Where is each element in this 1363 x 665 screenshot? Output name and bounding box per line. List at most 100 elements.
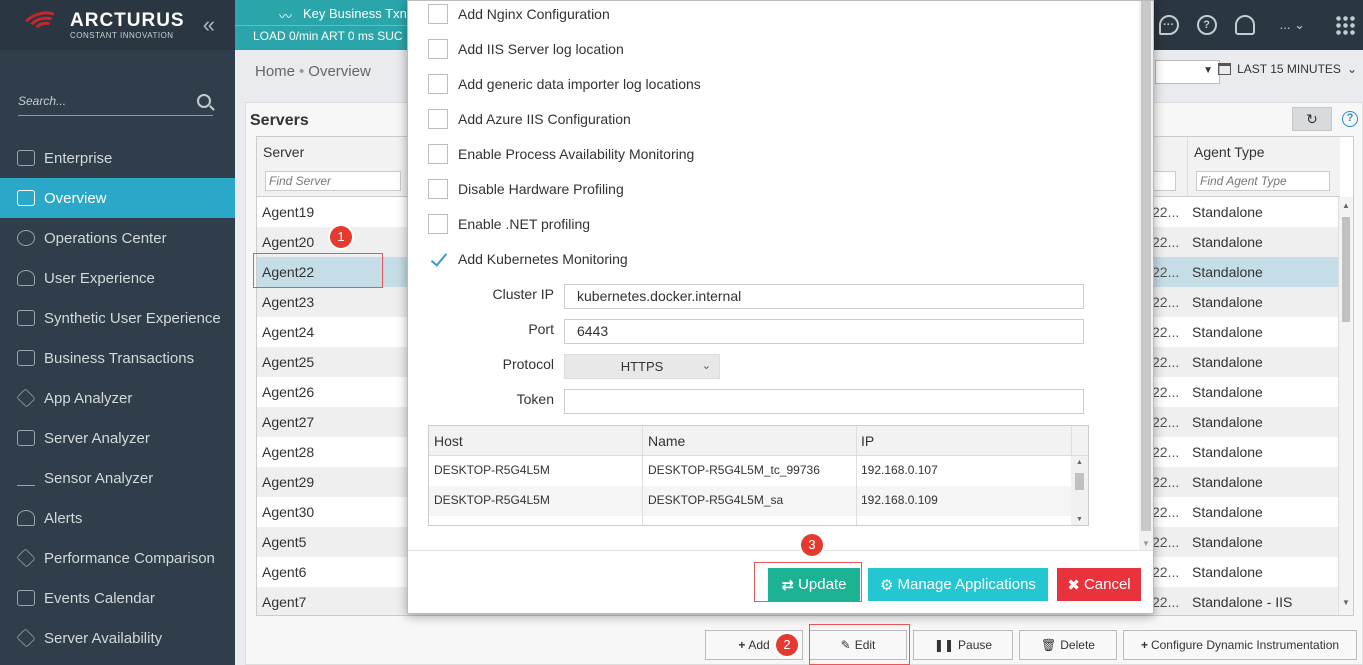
arcturus-logo-icon [19, 7, 65, 43]
annotation-badge-2: 2 [776, 634, 798, 656]
table-scrollbar[interactable]: ▲ ▼ [1338, 197, 1353, 615]
sidebar-item-synthetic-user-experience[interactable]: Synthetic User Experience [0, 298, 235, 338]
filter-input[interactable] [1152, 171, 1176, 191]
hosts-table: Host Name IP DESKTOP-R5G4L5M DESKTOP-R5G… [428, 425, 1089, 526]
breadcrumb-home[interactable]: Home [255, 63, 295, 80]
sidebar-item-sensor-analyzer[interactable]: Sensor Analyzer [0, 458, 235, 498]
checkbox-iis-log[interactable]: Add IIS Server log location [428, 39, 624, 59]
scroll-up-icon[interactable]: ▲ [1342, 201, 1350, 210]
layers-icon [16, 388, 36, 408]
manage-applications-button[interactable]: ⚙ Manage Applications [868, 568, 1048, 601]
checkbox[interactable] [428, 144, 448, 164]
logo[interactable]: ARCTURUS CONSTANT INNOVATION « [0, 0, 235, 50]
find-agent-type-input[interactable]: Find Agent Type [1196, 171, 1330, 191]
checkmark-icon[interactable] [428, 249, 448, 269]
cluster-ip-input[interactable]: kubernetes.docker.internal [564, 284, 1084, 309]
plus-icon: + [738, 638, 746, 652]
scroll-down-icon[interactable]: ▼ [1342, 598, 1350, 607]
checkbox-kubernetes-monitoring[interactable]: Add Kubernetes Monitoring [428, 249, 628, 269]
scroll-up-icon[interactable]: ▲ [1076, 459, 1083, 466]
column-header-agent-type[interactable]: Agent Type Find Agent Type [1187, 137, 1340, 197]
port-label: Port [528, 321, 554, 337]
scroll-thumb[interactable] [1075, 473, 1084, 490]
brand-name: ARCTURUS [70, 9, 185, 31]
checkbox[interactable] [428, 74, 448, 94]
bar-chart-icon [17, 430, 35, 446]
column-label: Server [263, 144, 305, 160]
column-header-server[interactable]: Server Find Server [257, 137, 409, 197]
checkbox-label: Disable Hardware Profiling [458, 181, 624, 197]
search-icon[interactable] [197, 94, 211, 108]
cancel-button[interactable]: ✖ Cancel [1057, 568, 1141, 601]
help-icon[interactable]: ? [1342, 111, 1358, 127]
cancel-label: Cancel [1083, 576, 1131, 593]
key-business-txn-widget[interactable]: 〰 Key Business Txn LOAD 0/min ART 0 ms SU… [235, 0, 407, 50]
checkbox[interactable] [428, 39, 448, 59]
sidebar-item-server-analyzer[interactable]: Server Analyzer [0, 418, 235, 458]
checkbox[interactable] [428, 214, 448, 234]
checkbox-disable-hardware-profiling[interactable]: Disable Hardware Profiling [428, 179, 624, 199]
configure-dynamic-instrumentation-button[interactable]: + Configure Dynamic Instrumentation [1123, 630, 1357, 660]
overview-icon [17, 190, 35, 206]
trend-icon: 〰 [279, 9, 293, 24]
sidebar-item-server-availability[interactable]: Server Availability [0, 618, 235, 658]
edit-button[interactable]: ✎ Edit [809, 630, 907, 660]
protocol-select[interactable]: HTTPS ⌄ [564, 354, 720, 379]
hosts-table-scrollbar[interactable]: ▲ ▼ [1071, 456, 1088, 525]
scroll-down-icon[interactable]: ▼ [1142, 539, 1150, 548]
checkbox[interactable] [428, 179, 448, 199]
sidebar-item-enterprise[interactable]: Enterprise [0, 138, 235, 178]
sidebar-item-performance-comparison[interactable]: Performance Comparison [0, 538, 235, 578]
table-row[interactable]: DESKTOP-R5G4L5M DESKTOP-R5G4L5M_tc_99736… [429, 456, 1072, 486]
checkbox-generic-importer[interactable]: Add generic data importer log locations [428, 74, 701, 94]
checkbox-nginx[interactable]: Add Nginx Configuration [428, 4, 610, 24]
checkbox[interactable] [428, 4, 448, 24]
table-row[interactable]: DESKTOP-R5G4L5M DESKTOP-R5G4L5M_sa 192.1… [429, 486, 1072, 516]
sidebar-item-app-analyzer[interactable]: App Analyzer [0, 378, 235, 418]
column-header-host[interactable]: Host [434, 433, 463, 449]
collapse-sidebar-icon[interactable]: « [203, 12, 215, 38]
apps-grid-icon[interactable] [1335, 15, 1355, 35]
more-menu[interactable]: ... ⌄ [1280, 17, 1305, 33]
sidebar-item-events-calendar[interactable]: Events Calendar [0, 578, 235, 618]
pause-label: Pause [958, 638, 993, 652]
column-header-ip[interactable]: IP [861, 433, 874, 449]
port-input[interactable]: 6443 [564, 319, 1084, 344]
column-header-name[interactable]: Name [648, 433, 685, 449]
notifications-bell-icon[interactable] [1234, 15, 1255, 35]
sidebar-item-overview[interactable]: Overview [0, 178, 247, 218]
help-icon[interactable]: ? [1196, 15, 1217, 35]
scroll-down-icon[interactable]: ▼ [1076, 516, 1083, 523]
scroll-thumb[interactable] [1342, 217, 1350, 322]
application-select[interactable] [1155, 60, 1220, 84]
chevron-down-icon: ⌄ [1346, 62, 1357, 76]
delete-button[interactable]: 🗑 Delete [1019, 630, 1117, 660]
time-range-selector[interactable]: LAST 15 MINUTES ⌄ [1218, 62, 1357, 76]
column-divider [642, 426, 643, 525]
chat-icon[interactable]: ··· [1158, 15, 1179, 35]
refresh-button[interactable]: ↻ [1292, 107, 1332, 131]
checkbox[interactable] [428, 109, 448, 129]
delete-label: Delete [1060, 638, 1095, 652]
find-server-input[interactable]: Find Server [265, 171, 401, 191]
update-button[interactable]: ⇄ Update [768, 568, 860, 601]
sidebar-item-business-transactions[interactable]: Business Transactions [0, 338, 235, 378]
sidebar-search[interactable]: Search... [18, 92, 213, 116]
token-input[interactable] [564, 389, 1084, 414]
hosts-table-header: Host Name IP [429, 426, 1088, 456]
line-chart-icon [17, 470, 35, 486]
checkbox-label: Add Kubernetes Monitoring [458, 251, 628, 267]
pause-button[interactable]: ❚❚ Pause [913, 630, 1013, 660]
modal-scrollbar[interactable]: ▼ [1139, 1, 1153, 550]
trash-icon: 🗑 [1041, 638, 1057, 652]
cluster-ip-label: Cluster IP [492, 286, 554, 302]
sidebar-item-label: Synthetic User Experience [44, 309, 221, 327]
sidebar-item-alerts[interactable]: Alerts [0, 498, 235, 538]
sidebar-item-operations-center[interactable]: Operations Center [0, 218, 235, 258]
checkbox-azure-iis[interactable]: Add Azure IIS Configuration [428, 109, 631, 129]
checkbox-dotnet-profiling[interactable]: Enable .NET profiling [428, 214, 590, 234]
checkbox-process-availability[interactable]: Enable Process Availability Monitoring [428, 144, 694, 164]
checkbox-label: Add Azure IIS Configuration [458, 111, 631, 127]
sidebar-item-user-experience[interactable]: User Experience [0, 258, 235, 298]
scroll-thumb[interactable] [1141, 1, 1151, 531]
